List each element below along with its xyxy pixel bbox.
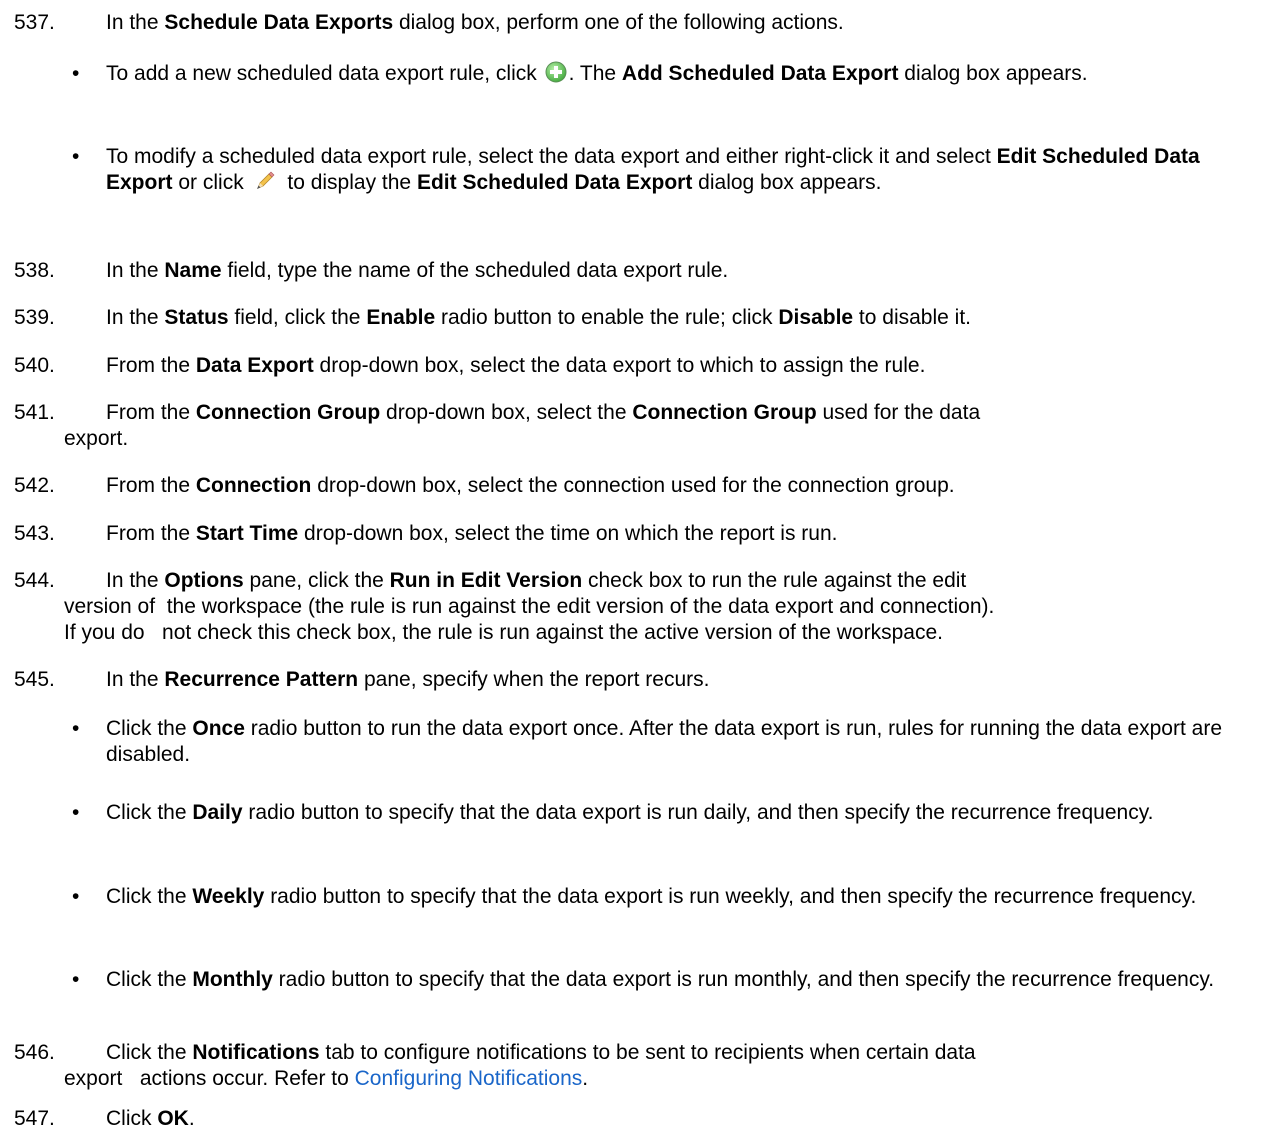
ui-term: Weekly [192,885,265,908]
ui-term: Daily [192,801,243,824]
step-number: 540. [14,354,55,377]
ui-term: Add Scheduled Data Export [621,62,899,85]
step-number: 544. [14,569,55,592]
ui-term: Edit Scheduled Data Export [416,171,693,194]
bullet-dot: • [72,801,80,824]
ui-term: Recurrence Pattern [164,668,359,691]
bullet-text: To add a new scheduled data export rule,… [106,61,1088,85]
ui-term: Connection Group [195,401,381,424]
ui-term: Enable [366,306,436,329]
ui-term: Options [164,569,244,592]
step-text-continued: export. [64,427,129,450]
add-circle-icon [545,61,567,83]
step-537: 537. In the Schedule Data Exports dialog … [14,10,1249,36]
step-text-continued: version of the workspace (the rule is ru… [64,595,995,618]
step-number: 545. [14,668,55,691]
step-text-continued: If you do not check this check box, the … [64,621,943,644]
step-544: 544. In the Options pane, click the Run i… [14,568,1249,646]
step-number: 539. [14,306,55,329]
step-number: 546. [14,1041,55,1064]
step-text: In the [106,11,165,34]
ui-term: Status [164,306,229,329]
bullet-weekly: • Click the Weekly radio button to speci… [72,884,1252,910]
pencil-icon [256,171,274,189]
bullet-dot: • [72,145,80,168]
ui-term: Start Time [195,522,299,545]
bullet-dot: • [72,62,80,85]
bullet-once: • Click the Once radio button to run the… [72,716,1252,768]
step-text: dialog box, perform one of the following… [393,11,844,34]
ui-term: Notifications [192,1041,320,1064]
step-542: 542. From the Connection drop-down box, s… [14,474,955,497]
step-number: 547. [14,1107,55,1130]
step-538: 538. In the Name field, type the name of … [14,259,729,282]
ui-term: Monthly [192,968,273,991]
bullet-daily: • Click the Daily radio button to specif… [72,800,1252,826]
ui-term: Run in Edit Version [389,569,583,592]
step-540: 540. From the Data Export drop-down box, … [14,354,926,377]
step-539: 539. In the Status field, click the Enabl… [14,306,971,329]
bullet-modify-rule: • To modify a scheduled data export rule… [72,144,1252,196]
bullet-text: Click the Once radio button to run the d… [106,717,1222,766]
step-number: 541. [14,401,55,424]
step-number: 542. [14,474,55,497]
step-543: 543. From the Start Time drop-down box, s… [14,522,838,545]
bullet-text: To modify a scheduled data export rule, … [106,145,1200,194]
bullet-add-rule: • To add a new scheduled data export rul… [72,61,1252,87]
bullet-text: Click the Monthly radio button to specif… [106,968,1215,991]
bullet-dot: • [72,885,80,908]
ui-term: Once [192,717,245,740]
step-number: 543. [14,522,55,545]
ui-term: Disable [778,306,854,329]
step-546: 546. Click the Notifications tab to confi… [14,1040,1249,1092]
bullet-text: Click the Daily radio button to specify … [106,801,1154,824]
ui-term: OK [157,1107,189,1130]
ui-term: Name [164,259,222,282]
ui-term: Schedule Data Exports [164,11,394,34]
step-text-continued: export actions occur. Refer to Configuri… [64,1067,589,1090]
ui-term: Data Export [195,354,314,377]
step-545: 545. In the Recurrence Pattern pane, spec… [14,668,710,691]
step-number: 537. [14,11,55,34]
ui-term: Connection Group [632,401,817,424]
bullet-dot: • [72,717,80,740]
configuring-notifications-link[interactable]: Configuring Notifications [355,1067,583,1090]
step-number: 538. [14,259,55,282]
bullet-text: Click the Weekly radio button to specify… [106,885,1197,908]
bullet-monthly: • Click the Monthly radio button to spec… [72,967,1252,993]
ui-term: Connection [195,474,312,497]
step-547: 547. Click OK. [14,1107,195,1130]
step-541: 541. From the Connection Group drop-down … [14,400,1249,452]
bullet-dot: • [72,968,80,991]
